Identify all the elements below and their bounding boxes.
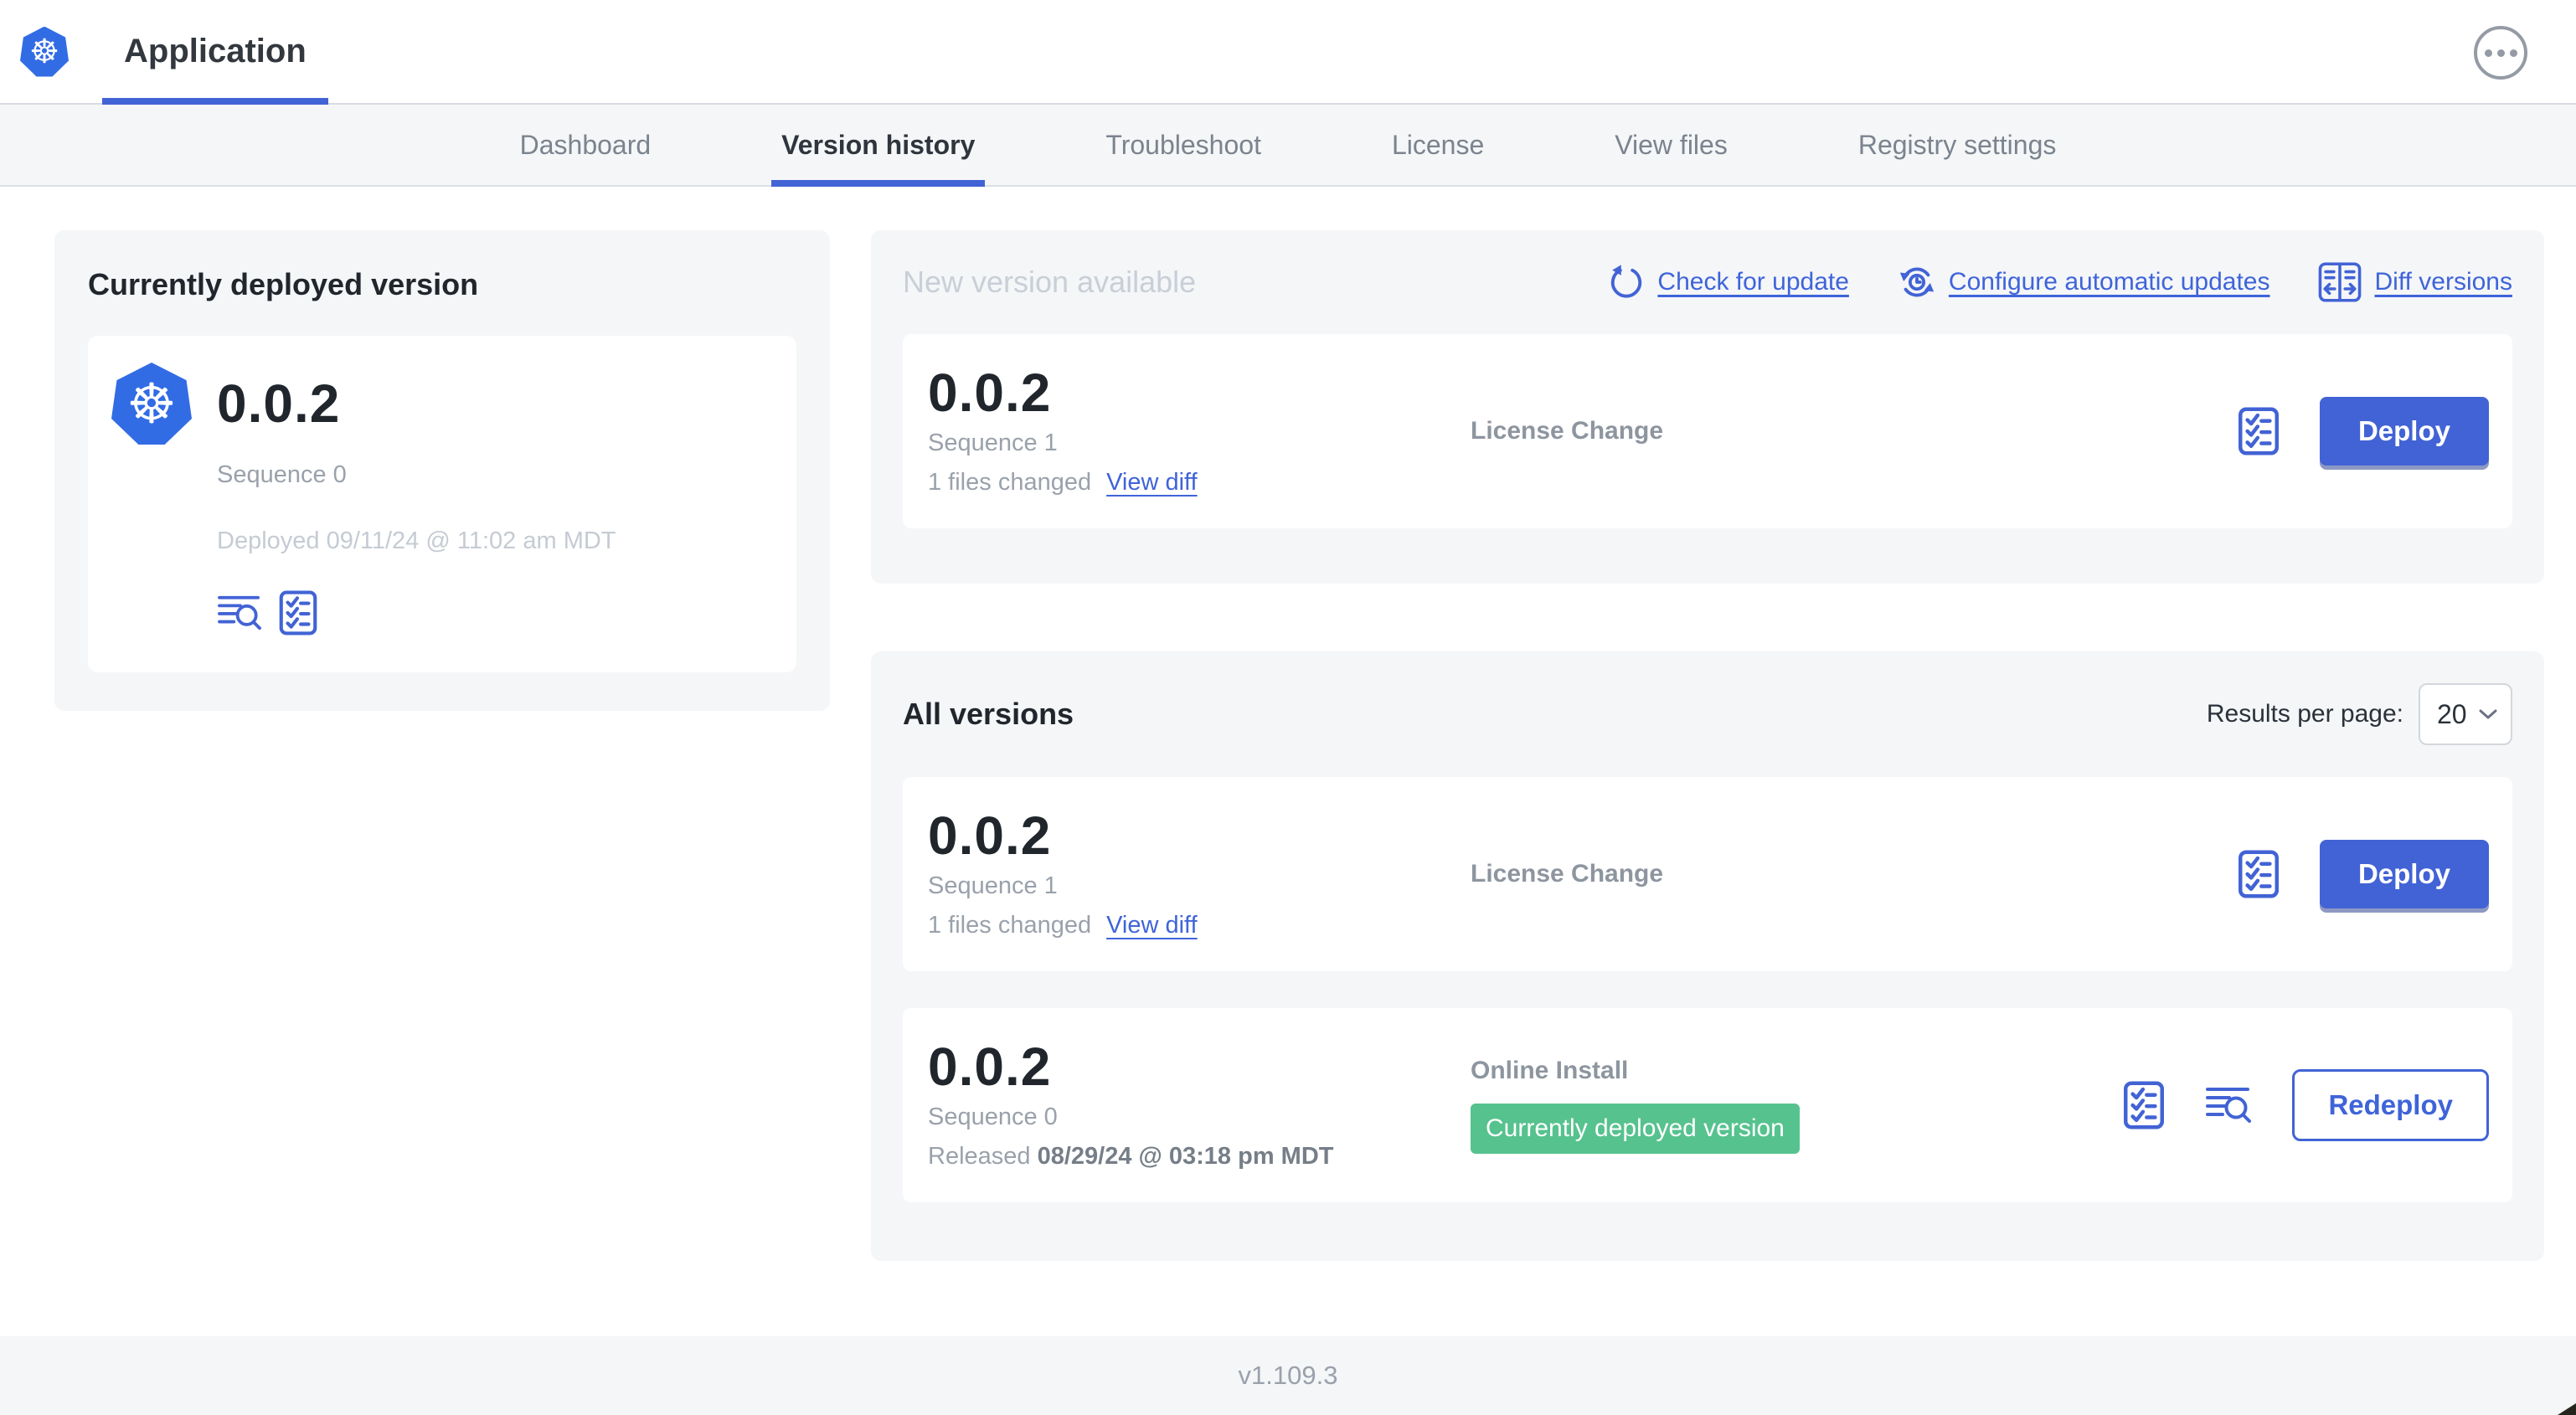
diff-versions-link[interactable]: Diff versions <box>2318 262 2512 302</box>
currently-deployed-badge: Currently deployed version <box>1471 1104 1800 1154</box>
row-version-number: 0.0.2 <box>928 1037 1052 1097</box>
checklist-icon[interactable] <box>2238 407 2280 455</box>
menu-dot <box>2496 49 2505 57</box>
deployed-version-number: 0.0.2 <box>217 373 341 434</box>
configure-automatic-updates-label: Configure automatic updates <box>1948 268 2270 296</box>
tab-troubleshoot[interactable]: Troubleshoot <box>1102 105 1265 185</box>
menu-dot <box>2484 49 2492 57</box>
version-row: 0.0.2 Sequence 1 1 files changed View di… <box>903 777 2512 971</box>
footer: v1.109.3 <box>0 1336 2576 1415</box>
row-files-changed: 1 files changed <box>928 912 1092 939</box>
version-row: 0.0.2 Sequence 0 Released 08/29/24 @ 03:… <box>903 1008 2512 1202</box>
tab-view-files[interactable]: View files <box>1611 105 1731 185</box>
logs-icon[interactable] <box>2205 1084 2252 1126</box>
ellipsis-menu-icon[interactable] <box>2474 26 2527 80</box>
kubernetes-logo-icon: ☸ <box>20 26 69 77</box>
kubernetes-logo-icon: ☸ <box>111 363 192 445</box>
row-change-type: Online Install <box>1471 1057 1629 1084</box>
row-released-prefix: Released <box>928 1143 1038 1170</box>
chevron-down-icon <box>2479 709 2497 719</box>
tab-dashboard[interactable]: Dashboard <box>517 105 655 185</box>
row-change-type: License Change <box>1471 860 1664 888</box>
new-version-title: New version available <box>903 265 1197 299</box>
view-diff-link[interactable]: View diff <box>1106 469 1198 497</box>
menu-dot <box>2509 49 2517 57</box>
tab-registry-settings[interactable]: Registry settings <box>1855 105 2060 185</box>
console-version: v1.109.3 <box>1238 1361 1338 1390</box>
all-versions-title: All versions <box>903 697 1074 731</box>
row-sequence: Sequence 1 <box>928 872 1058 899</box>
row-sequence: Sequence 0 <box>928 1104 1058 1130</box>
row-sequence: Sequence 1 <box>928 430 1058 456</box>
redeploy-button[interactable]: Redeploy <box>2292 1069 2489 1141</box>
diff-icon <box>2319 262 2362 302</box>
deployed-timestamp: Deployed 09/11/24 @ 11:02 am MDT <box>217 527 616 554</box>
all-versions-panel: All versions Results per page: 20 0.0.2 … <box>871 651 2544 1261</box>
admin-console-page: ☸ Application Dashboard Version history … <box>0 0 2576 1415</box>
right-column: New version available Check for update C… <box>871 230 2544 1261</box>
checklist-icon[interactable] <box>2238 850 2280 898</box>
row-version-number: 0.0.2 <box>928 805 1052 866</box>
currently-deployed-card: ☸ 0.0.2 Sequence 0 Deployed 09/11/24 @ 1… <box>88 336 796 672</box>
currently-deployed-title: Currently deployed version <box>88 267 479 301</box>
view-diff-link[interactable]: View diff <box>1106 912 1198 939</box>
check-for-update-link[interactable]: Check for update <box>1608 264 1849 301</box>
results-per-page-select[interactable]: 20 <box>2419 683 2512 745</box>
row-version-number: 0.0.2 <box>928 363 1052 423</box>
tab-version-history[interactable]: Version history <box>771 105 986 187</box>
nav-tabs: Dashboard Version history Troubleshoot L… <box>0 105 2576 187</box>
configure-automatic-updates-link[interactable]: Configure automatic updates <box>1898 263 2270 301</box>
results-per-page-label: Results per page: <box>2206 700 2403 728</box>
diff-versions-label: Diff versions <box>2374 268 2512 296</box>
new-version-panel: New version available Check for update C… <box>871 230 2544 584</box>
check-for-update-label: Check for update <box>1657 268 1849 296</box>
app-tab[interactable]: Application <box>102 0 328 105</box>
main-content: Currently deployed version ☸ 0.0.2 Seque… <box>0 187 2576 1261</box>
checklist-icon[interactable] <box>279 590 317 635</box>
row-change-type: License Change <box>1471 417 1664 445</box>
tab-license[interactable]: License <box>1388 105 1487 185</box>
deploy-button[interactable]: Deploy <box>2319 840 2489 908</box>
checklist-icon[interactable] <box>2123 1081 2165 1129</box>
logs-icon[interactable] <box>217 593 262 633</box>
new-version-row: 0.0.2 Sequence 1 1 files changed View di… <box>903 334 2512 528</box>
currently-deployed-panel: Currently deployed version ☸ 0.0.2 Seque… <box>54 230 830 711</box>
auto-update-clock-icon <box>1899 267 1935 297</box>
results-per-page-value: 20 <box>2437 698 2467 729</box>
app-title: Application <box>124 33 307 69</box>
top-bar: ☸ Application <box>0 0 2576 105</box>
row-files-changed: 1 files changed <box>928 469 1092 496</box>
version-actions: Check for update Configure automatic upd… <box>1608 262 2512 302</box>
row-released-date: 08/29/24 @ 03:18 pm MDT <box>1037 1143 1334 1170</box>
refresh-icon <box>1611 265 1642 298</box>
deployed-sequence: Sequence 0 <box>217 461 347 488</box>
deploy-button[interactable]: Deploy <box>2319 397 2489 466</box>
